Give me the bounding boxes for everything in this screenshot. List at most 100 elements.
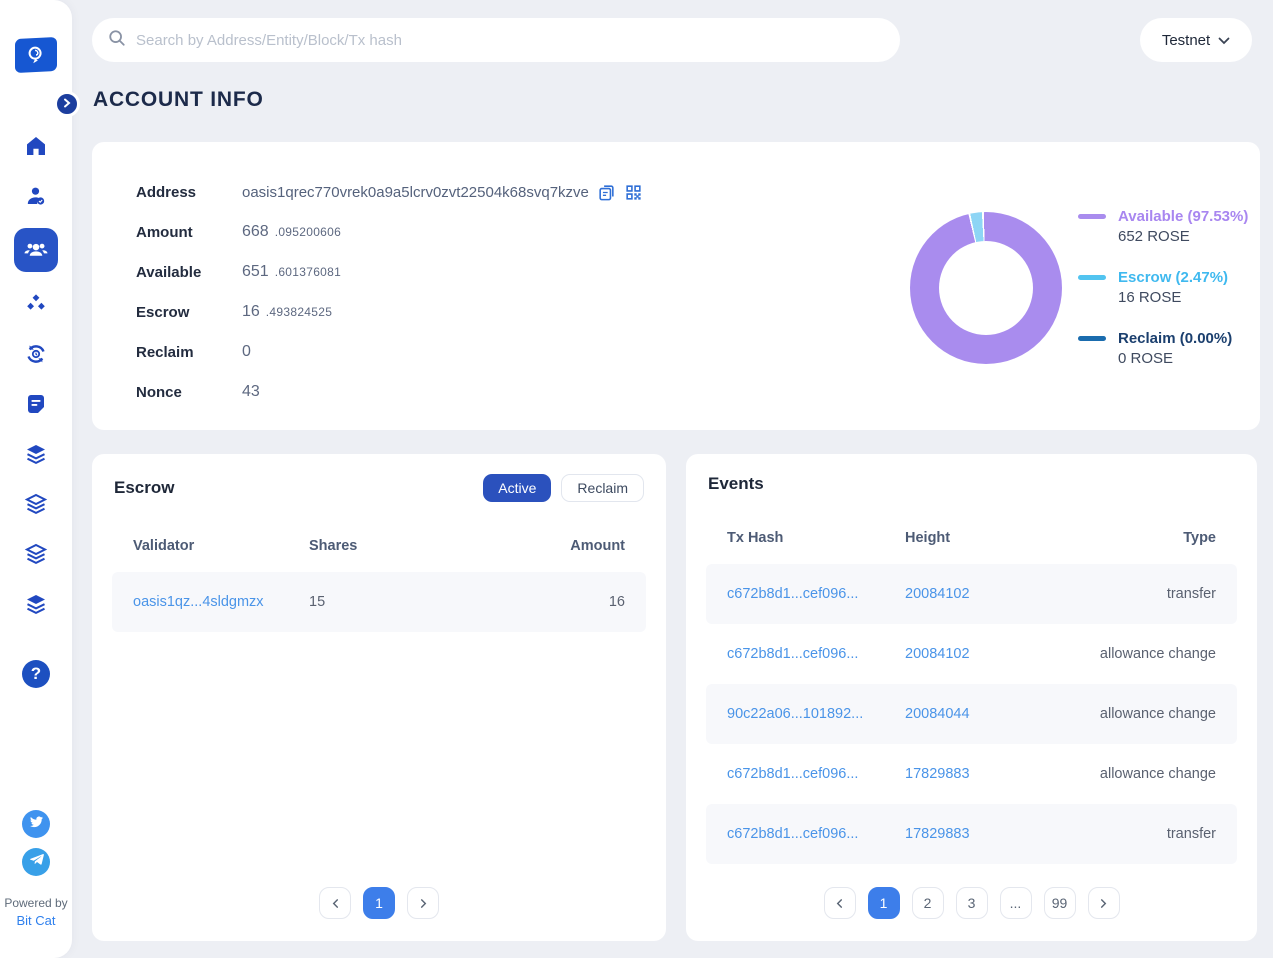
events-title: Events bbox=[708, 474, 764, 494]
qr-code-icon[interactable] bbox=[624, 183, 643, 202]
sidebar-nav bbox=[14, 128, 58, 622]
height-link[interactable]: 17829883 bbox=[905, 766, 970, 782]
twitter-link[interactable] bbox=[22, 810, 50, 838]
help-icon: ? bbox=[22, 660, 50, 688]
chevron-left-icon bbox=[331, 899, 340, 908]
donut-hole bbox=[939, 241, 1033, 335]
network-selector[interactable]: Testnet bbox=[1140, 18, 1252, 62]
accounts-icon bbox=[23, 237, 49, 263]
col-tx-hash: Tx Hash bbox=[706, 520, 884, 564]
available-frac: .601376081 bbox=[275, 265, 341, 279]
sidebar-item-transactions[interactable] bbox=[14, 336, 58, 372]
home-icon bbox=[24, 134, 48, 158]
tx-hash-link[interactable]: 90c22a06...101892... bbox=[727, 706, 863, 722]
telegram-icon bbox=[29, 852, 44, 872]
page-button-1[interactable]: 1 bbox=[868, 887, 900, 919]
network-label: Testnet bbox=[1162, 32, 1210, 49]
next-page-button[interactable] bbox=[1088, 887, 1120, 919]
help-button[interactable]: ? bbox=[22, 660, 50, 688]
prev-page-button[interactable] bbox=[824, 887, 856, 919]
page-button-ellipsis[interactable]: ... bbox=[1000, 887, 1032, 919]
legend-available-label: Available (97.53%) bbox=[1118, 208, 1248, 225]
legend-escrow-label: Escrow (2.47%) bbox=[1118, 269, 1248, 286]
sidebar-footer: Powered by Bit Cat bbox=[0, 810, 72, 930]
magnifier-spiral-icon bbox=[25, 44, 47, 66]
legend-available: Available (97.53%) 652 ROSE bbox=[1078, 208, 1248, 249]
height-link[interactable]: 20084102 bbox=[905, 646, 970, 662]
paratime-3-icon bbox=[24, 542, 48, 566]
prev-page-button[interactable] bbox=[319, 887, 351, 919]
chevron-left-icon bbox=[835, 899, 844, 908]
blocks-icon bbox=[24, 292, 48, 316]
oasisscan-logo[interactable] bbox=[15, 37, 57, 73]
table-row: oasis1qz...4sldgmzx 15 16 bbox=[112, 572, 646, 632]
table-row: c672b8d1...cef096... 17829883 allowance … bbox=[706, 744, 1237, 804]
legend-escrow-amount: 16 ROSE bbox=[1118, 286, 1248, 310]
table-row: 90c22a06...101892... 20084044 allowance … bbox=[706, 684, 1237, 744]
col-height: Height bbox=[884, 520, 1067, 564]
nonce-value: 43 bbox=[242, 383, 260, 401]
tx-hash-link[interactable]: c672b8d1...cef096... bbox=[727, 646, 858, 662]
table-row: c672b8d1...cef096... 20084102 transfer bbox=[706, 564, 1237, 624]
page-button-99[interactable]: 99 bbox=[1044, 887, 1076, 919]
address-value: oasis1qrec770vrek0a9a5lcrv0zvt22504k68sv… bbox=[242, 184, 589, 201]
type-cell: transfer bbox=[1067, 804, 1237, 864]
sidebar-item-blocks[interactable] bbox=[14, 286, 58, 322]
reclaim-row: Reclaim 0 bbox=[136, 332, 643, 372]
height-link[interactable]: 20084044 bbox=[905, 706, 970, 722]
sidebar-item-home[interactable] bbox=[14, 128, 58, 164]
bitcat-link[interactable]: Bit Cat bbox=[16, 913, 55, 928]
sidebar-item-accounts[interactable] bbox=[14, 228, 58, 272]
validators-icon bbox=[24, 184, 48, 208]
page-title: ACCOUNT INFO bbox=[93, 88, 264, 112]
page-button-3[interactable]: 3 bbox=[956, 887, 988, 919]
escrow-card: Escrow Active Reclaim Validator Shares A… bbox=[92, 454, 666, 941]
table-row: c672b8d1...cef096... 20084102 allowance … bbox=[706, 624, 1237, 684]
sidebar-item-paratime-2[interactable] bbox=[14, 486, 58, 522]
escrow-title: Escrow bbox=[114, 478, 174, 498]
available-label: Available bbox=[136, 264, 242, 281]
amount-label: Amount bbox=[136, 224, 242, 241]
tx-hash-link[interactable]: c672b8d1...cef096... bbox=[727, 826, 858, 842]
balance-donut-chart bbox=[910, 212, 1062, 364]
page-button-1[interactable]: 1 bbox=[363, 887, 395, 919]
sidebar-expand-button[interactable] bbox=[54, 91, 80, 117]
nonce-label: Nonce bbox=[136, 384, 242, 401]
tab-active[interactable]: Active bbox=[483, 474, 551, 502]
amount-frac: .095200606 bbox=[275, 225, 341, 239]
reclaim-value: 0 bbox=[242, 343, 251, 361]
tx-hash-link[interactable]: c672b8d1...cef096... bbox=[727, 766, 858, 782]
amount-row: Amount 668.095200606 bbox=[136, 212, 643, 252]
col-amount: Amount bbox=[536, 528, 646, 572]
tab-reclaim[interactable]: Reclaim bbox=[561, 474, 644, 502]
events-table: Tx Hash Height Type c672b8d1...cef096...… bbox=[706, 520, 1237, 864]
legend-available-amount: 652 ROSE bbox=[1118, 225, 1248, 249]
available-row: Available 651.601376081 bbox=[136, 252, 643, 292]
sidebar-item-proposals[interactable] bbox=[14, 386, 58, 422]
type-cell: allowance change bbox=[1067, 684, 1237, 744]
chevron-right-icon bbox=[62, 95, 72, 113]
sidebar-item-paratime-1[interactable] bbox=[14, 436, 58, 472]
amount-cell: 16 bbox=[536, 572, 646, 632]
sidebar-item-paratime-3[interactable] bbox=[14, 536, 58, 572]
next-page-button[interactable] bbox=[407, 887, 439, 919]
tx-hash-link[interactable]: c672b8d1...cef096... bbox=[727, 586, 858, 602]
telegram-link[interactable] bbox=[22, 848, 50, 876]
validator-link[interactable]: oasis1qz...4sldgmzx bbox=[133, 594, 264, 610]
height-link[interactable]: 17829883 bbox=[905, 826, 970, 842]
escrow-int: 16 bbox=[242, 303, 260, 321]
height-link[interactable]: 20084102 bbox=[905, 586, 970, 602]
col-validator: Validator bbox=[112, 528, 288, 572]
address-row: Address oasis1qrec770vrek0a9a5lcrv0zvt22… bbox=[136, 172, 643, 212]
page-button-2[interactable]: 2 bbox=[912, 887, 944, 919]
sidebar-item-paratime-4[interactable] bbox=[14, 586, 58, 622]
search-input[interactable] bbox=[136, 32, 884, 49]
account-info-card: Address oasis1qrec770vrek0a9a5lcrv0zvt22… bbox=[92, 142, 1260, 430]
copy-icon[interactable] bbox=[597, 183, 616, 202]
sidebar-item-validators[interactable] bbox=[14, 178, 58, 214]
type-cell: allowance change bbox=[1067, 744, 1237, 804]
type-cell: transfer bbox=[1067, 564, 1237, 624]
address-label: Address bbox=[136, 184, 242, 201]
paratime-2-icon bbox=[24, 492, 48, 516]
search-bar bbox=[92, 18, 900, 62]
